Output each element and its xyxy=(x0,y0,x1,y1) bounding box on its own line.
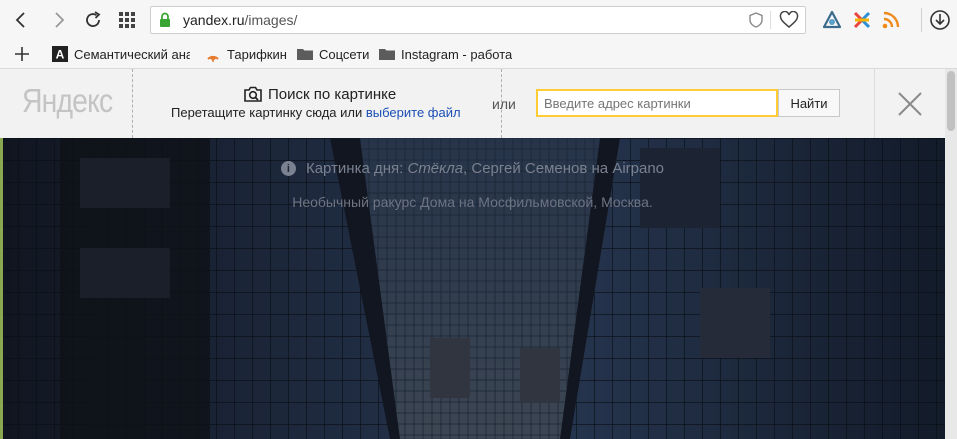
shield-icon[interactable] xyxy=(749,12,763,28)
close-icon xyxy=(898,91,922,116)
browser-toolbar: yandex.ru/images/ xyxy=(0,0,957,40)
building-photo xyxy=(0,138,945,439)
back-arrow-icon xyxy=(15,12,25,28)
choose-file-link[interactable]: выберите файл xyxy=(366,105,461,120)
lock-icon xyxy=(160,12,170,27)
forward-button[interactable] xyxy=(46,7,72,33)
bookmark-folder-instagram[interactable]: Instagram - работа xyxy=(379,44,512,64)
yandex-logo[interactable]: Яндекс xyxy=(22,82,113,120)
reload-icon xyxy=(86,11,101,27)
image-drop-zone[interactable]: Поиск по картинке Перетащите картинку сю… xyxy=(132,69,502,138)
apps-grid-button[interactable] xyxy=(114,7,140,33)
reload-button[interactable] xyxy=(80,7,106,33)
download-icon xyxy=(930,10,950,30)
rss-icon xyxy=(882,11,900,29)
sync-icon xyxy=(853,11,871,29)
tarifkin-icon xyxy=(207,55,219,62)
address-separator xyxy=(770,11,771,29)
forward-arrow-icon xyxy=(55,12,65,28)
url-text: yandex.ru/images/ xyxy=(183,12,298,28)
close-search-button[interactable] xyxy=(874,69,945,138)
bookmark-tarifkin[interactable]: Тарифкин xyxy=(205,44,287,64)
bookmark-label: Тарифкин xyxy=(227,46,287,62)
camera-search-icon xyxy=(244,86,262,102)
toolbar-divider xyxy=(921,8,922,32)
bookmarks-bar: A Семантический анал Тарифкин Соцсети In… xyxy=(0,40,957,69)
heart-icon[interactable] xyxy=(779,11,799,29)
bookmark-semantic[interactable]: A Семантический анал xyxy=(52,44,190,64)
cloud-icon xyxy=(822,10,842,29)
picture-of-the-day[interactable]: i Картинка дня: Стёкла, Сергей Семенов н… xyxy=(0,138,945,439)
bookmark-label: Instagram - работа xyxy=(401,46,513,62)
bookmark-label: Семантический анал xyxy=(74,46,190,62)
bookmark-folder-socials[interactable]: Соцсети xyxy=(297,44,369,64)
folder-icon xyxy=(297,49,313,60)
a-letter-icon: A xyxy=(52,46,68,62)
downloads-button[interactable] xyxy=(928,8,952,32)
drag-hint: Перетащите картинку сюда или выберите фа… xyxy=(171,105,461,120)
image-url-input[interactable] xyxy=(536,89,778,117)
cloud-extension-button[interactable] xyxy=(820,8,844,32)
rss-extension-button[interactable] xyxy=(879,8,903,32)
picture-caption: Необычный ракурс Дома на Мосфильмовской,… xyxy=(292,194,653,210)
add-bookmark-icon[interactable] xyxy=(12,44,32,64)
window-edge xyxy=(0,138,3,439)
page-content: Яндекс Поиск по картинке Перетащите карт… xyxy=(0,69,957,439)
scrollbar-thumb[interactable] xyxy=(947,71,955,131)
or-label: или xyxy=(492,96,516,112)
search-by-image-title: Поиск по картинке xyxy=(243,85,396,103)
info-icon: i xyxy=(280,161,296,176)
folder-icon xyxy=(379,49,395,60)
find-button[interactable]: Найти xyxy=(778,89,840,117)
bookmark-label: Соцсети xyxy=(319,46,370,62)
svg-text:A: A xyxy=(56,48,65,62)
picture-of-day-title[interactable]: i Картинка дня: Стёкла, Сергей Семенов н… xyxy=(0,160,945,177)
grid-icon xyxy=(119,12,135,28)
address-bar[interactable]: yandex.ru/images/ xyxy=(150,6,806,34)
sync-extension-button[interactable] xyxy=(850,8,874,32)
page-scrollbar[interactable] xyxy=(945,69,957,439)
back-button[interactable] xyxy=(8,7,34,33)
image-search-header: Яндекс Поиск по картинке Перетащите карт… xyxy=(0,69,945,138)
